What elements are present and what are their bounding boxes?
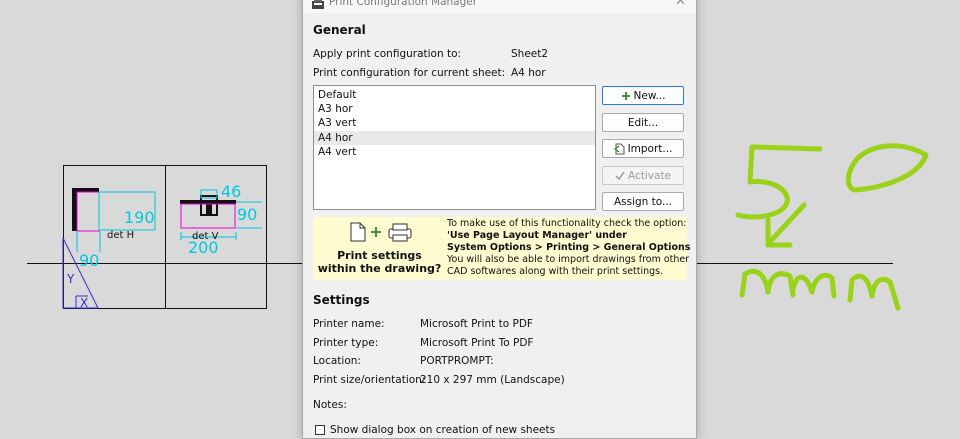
edit-button[interactable]: Edit...	[602, 113, 684, 132]
info-caption-line2: within the drawing?	[317, 262, 442, 275]
info-caption: Print settings within the drawing?	[313, 249, 446, 275]
location-value: PORTPROMPT:	[420, 355, 494, 367]
config-item-a4-hor[interactable]: A4 hor	[314, 130, 595, 145]
general-heading: General	[313, 23, 366, 37]
print-size-value: 210 x 297 mm (Landscape)	[420, 374, 565, 386]
current-config-label: Print configuration for current sheet:	[313, 67, 506, 79]
info-line2: 'Use Page Layout Manager' under	[447, 230, 627, 242]
show-dialog-checkbox-label: Show dialog box on creation of new sheet…	[330, 424, 556, 436]
notes-label: Notes:	[313, 399, 347, 411]
info-box: Print settings within the drawing? To ma…	[313, 217, 690, 280]
info-caption-line1: Print settings	[337, 249, 422, 262]
dim-46-label: 46	[221, 182, 241, 201]
det-h-label: det H	[107, 230, 134, 241]
config-listbox[interactable]: Default A3 hor A3 vert A4 hor A4 vert	[313, 85, 596, 210]
handwritten-annotation	[735, 143, 929, 311]
title-bar[interactable]: Print Configuration Manager ✕	[303, 0, 696, 13]
printer-name-value: Microsoft Print to PDF	[420, 318, 533, 330]
config-item-default[interactable]: Default	[314, 88, 595, 102]
info-line4: You will also be able to import drawings…	[447, 254, 690, 266]
print-config-dialog: Print Configuration Manager ✕ General Ap…	[302, 0, 697, 439]
document-printer-icon	[350, 222, 412, 242]
dim-200-label: 200	[188, 238, 219, 257]
assign-button-label: Assign to...	[613, 195, 673, 208]
close-icon[interactable]: ✕	[675, 0, 686, 9]
config-item-a3-vert[interactable]: A3 vert	[314, 116, 595, 130]
dim-190-label: 190	[124, 208, 155, 227]
apply-value: Sheet2	[511, 48, 549, 60]
edit-button-label: Edit...	[627, 116, 659, 129]
show-dialog-checkbox[interactable]	[315, 425, 325, 435]
detail-h: Y X	[62, 188, 156, 310]
settings-heading: Settings	[313, 293, 370, 307]
printer-name-label: Printer name:	[313, 318, 385, 330]
location-label: Location:	[313, 355, 361, 367]
dim-90-right-label: 90	[237, 205, 257, 224]
svg-text:X: X	[80, 296, 88, 310]
current-config-value: A4 hor	[511, 67, 546, 79]
printer-type-value: Microsoft Print To PDF	[420, 337, 534, 349]
import-icon	[613, 143, 625, 154]
printer-type-label: Printer type:	[313, 337, 379, 349]
activate-button-label: Activate	[627, 169, 672, 182]
checkmark-icon	[615, 171, 625, 180]
new-button-label: New...	[633, 89, 666, 102]
new-button[interactable]: New...	[602, 86, 684, 105]
info-line5: CAD softwares along with their print set…	[447, 266, 664, 278]
plus-icon	[621, 91, 630, 100]
print-size-label: Print size/orientation:	[313, 374, 426, 386]
import-button-label: Import...	[627, 142, 673, 155]
app-icon	[312, 0, 324, 9]
config-item-a4-vert[interactable]: A4 vert	[314, 145, 595, 159]
activate-button[interactable]: Activate	[602, 166, 684, 185]
assign-button[interactable]: Assign to...	[602, 192, 684, 211]
dim-90-left-label: 90	[79, 251, 99, 270]
config-item-a3-hor[interactable]: A3 hor	[314, 102, 595, 116]
apply-label: Apply print configuration to:	[313, 48, 462, 60]
import-button[interactable]: Import...	[602, 139, 684, 158]
info-line1: To make use of this functionality check …	[447, 218, 687, 229]
dialog-title: Print Configuration Manager	[329, 0, 478, 8]
info-text: To make use of this functionality check …	[447, 218, 690, 278]
info-line3: System Options > Printing > General Opti…	[447, 242, 691, 254]
svg-text:Y: Y	[66, 272, 75, 286]
